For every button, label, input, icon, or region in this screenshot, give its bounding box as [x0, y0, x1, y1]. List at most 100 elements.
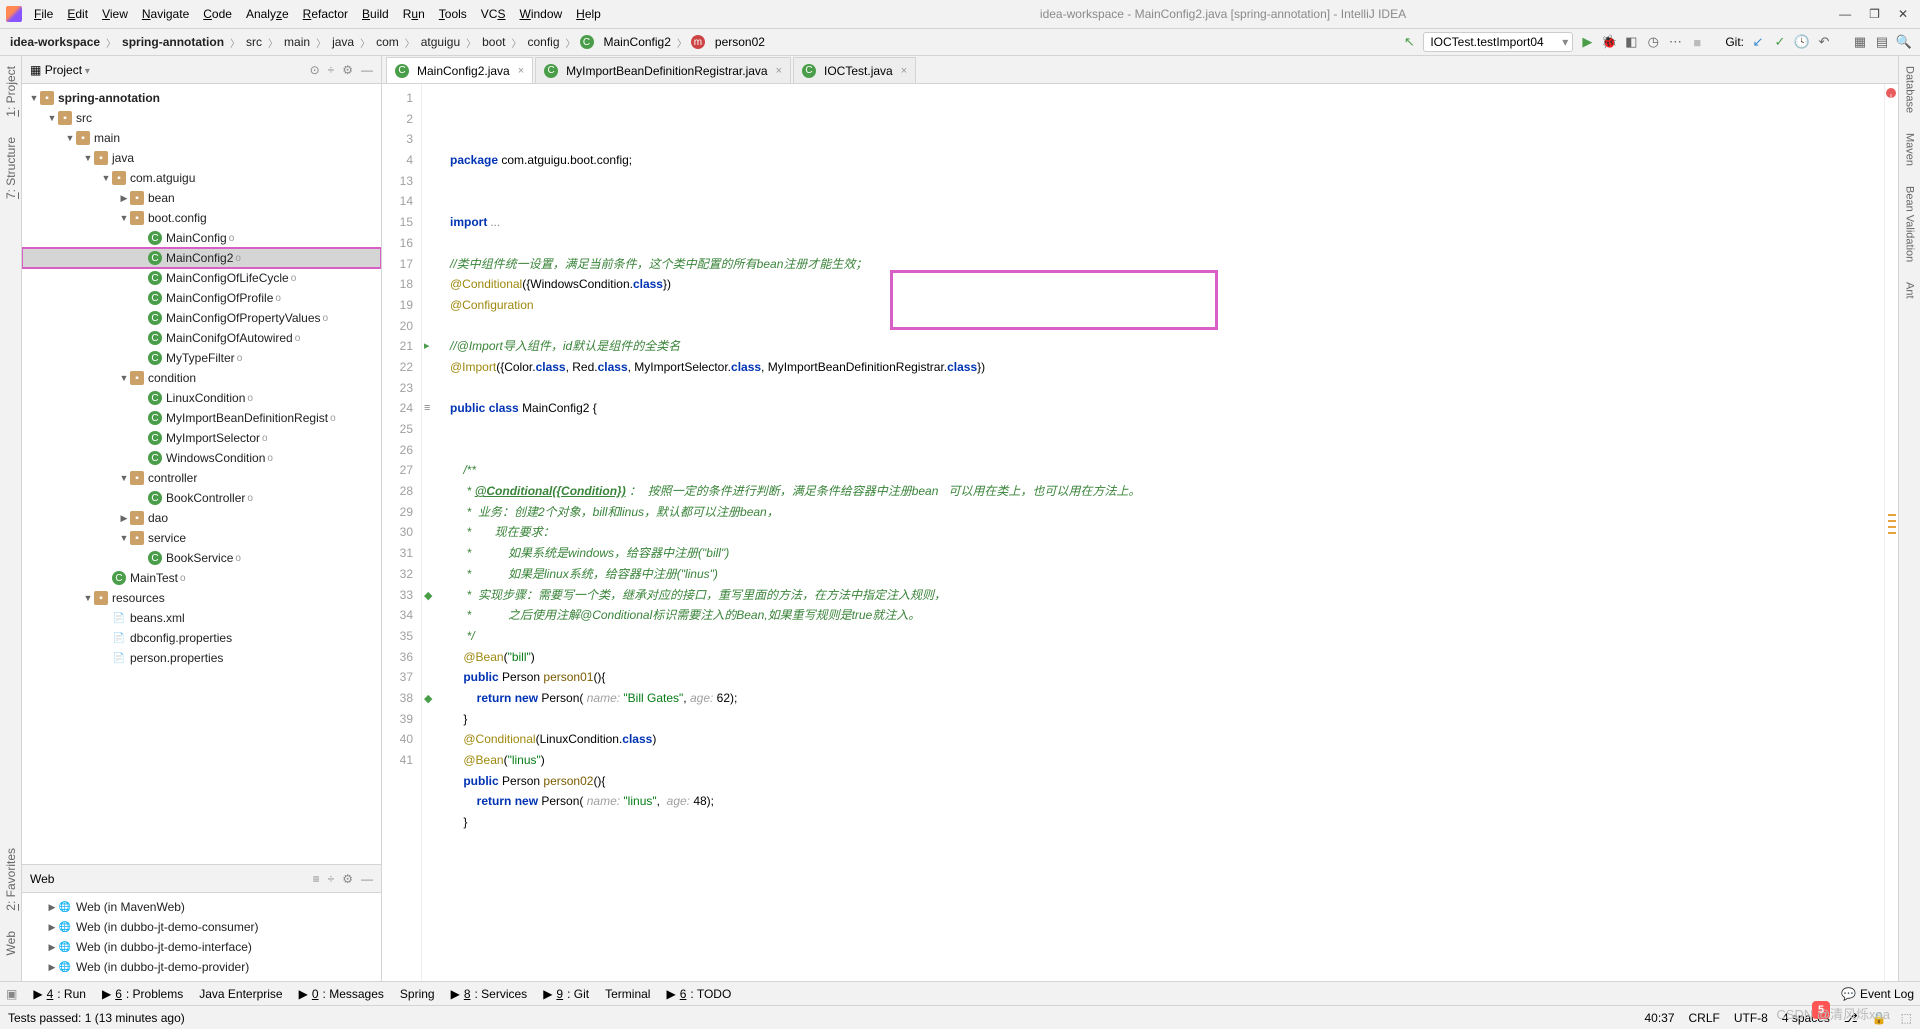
- web-expand-icon[interactable]: ≡: [313, 872, 320, 886]
- menu-build[interactable]: Build: [356, 4, 395, 24]
- bean-gutter-icon-2[interactable]: ◆: [424, 689, 438, 703]
- bc-boot[interactable]: boot: [480, 34, 507, 50]
- bc-main[interactable]: main: [282, 34, 312, 50]
- tree-node[interactable]: WindowsConditiono: [22, 448, 381, 468]
- git-rollback-icon[interactable]: ↶: [1816, 34, 1832, 50]
- tree-node[interactable]: MainConfigOfPropertyValueso: [22, 308, 381, 328]
- tree-node[interactable]: ▼▪resources: [22, 588, 381, 608]
- tree-node[interactable]: ▶▪bean: [22, 188, 381, 208]
- gear-icon[interactable]: ⚙: [342, 63, 353, 77]
- bc-project[interactable]: idea-workspace: [8, 34, 102, 50]
- tool-web[interactable]: Web: [4, 931, 18, 955]
- run-config-select[interactable]: IOCTest.testImport04: [1423, 32, 1573, 52]
- tab-close-icon[interactable]: ×: [518, 65, 524, 77]
- bc-src[interactable]: src: [244, 34, 264, 50]
- bottom-tab[interactable]: Terminal: [605, 987, 650, 1001]
- search-icon[interactable]: 🔍: [1896, 34, 1912, 50]
- tree-node[interactable]: ▼▪condition: [22, 368, 381, 388]
- code-editor[interactable]: 1234131415161718192021222324252627282930…: [382, 84, 1898, 981]
- menu-window[interactable]: Window: [513, 4, 568, 24]
- memory-indicator[interactable]: ⬚: [1901, 1011, 1912, 1025]
- bottom-toggle-icon[interactable]: ▣: [6, 987, 17, 1001]
- debug-icon[interactable]: 🐞: [1601, 34, 1617, 50]
- paste-icon[interactable]: ▦: [1852, 34, 1868, 50]
- tree-node[interactable]: ▼▪java: [22, 148, 381, 168]
- web-tree-item[interactable]: ▶🌐Web (in dubbo-jt-demo-consumer): [22, 917, 381, 937]
- tree-node[interactable]: MainConfigo: [22, 228, 381, 248]
- hide-icon[interactable]: —: [361, 63, 373, 77]
- menu-run[interactable]: Run: [397, 4, 431, 24]
- tree-node[interactable]: ▶▪dao: [22, 508, 381, 528]
- tool-bean-validation[interactable]: Bean Validation: [1904, 186, 1916, 262]
- tool-database[interactable]: Database: [1904, 66, 1916, 113]
- bottom-tab[interactable]: Java Enterprise: [199, 987, 282, 1001]
- bottom-tab[interactable]: Spring: [400, 987, 435, 1001]
- tab-close-icon[interactable]: ×: [776, 65, 782, 77]
- web-gear-icon[interactable]: ⚙: [342, 872, 353, 886]
- event-log-button[interactable]: 💬 Event Log: [1841, 987, 1914, 1001]
- web-tree-item[interactable]: ▶🌐Web (in MavenWeb): [22, 897, 381, 917]
- menu-navigate[interactable]: Navigate: [136, 4, 195, 24]
- web-tree-item[interactable]: ▶🌐Web (in dubbo-jt-demo-interface): [22, 937, 381, 957]
- tool-ant[interactable]: Ant: [1904, 282, 1916, 299]
- maximize-icon[interactable]: ❐: [1869, 7, 1880, 21]
- git-commit-icon[interactable]: ✓: [1772, 34, 1788, 50]
- project-tree[interactable]: ▼▪spring-annotation▼▪src▼▪main▼▪java▼▪co…: [22, 84, 381, 864]
- project-view-select[interactable]: Project: [45, 63, 90, 77]
- tree-node[interactable]: ▼▪controller: [22, 468, 381, 488]
- tree-root[interactable]: ▼▪spring-annotation: [22, 88, 381, 108]
- run-icon[interactable]: ▶: [1579, 34, 1595, 50]
- bottom-tab[interactable]: ▶ 0: Messages: [299, 987, 384, 1001]
- bc-class[interactable]: MainConfig2: [602, 34, 673, 50]
- menu-code[interactable]: Code: [197, 4, 238, 24]
- structure-icon[interactable]: ▤: [1874, 34, 1890, 50]
- bottom-tab[interactable]: ▶ 4: Run: [33, 987, 86, 1001]
- tree-node[interactable]: MyImportSelectoro: [22, 428, 381, 448]
- bc-java[interactable]: java: [330, 34, 356, 50]
- profile-icon[interactable]: ◷: [1645, 34, 1661, 50]
- tree-node[interactable]: ▼▪service: [22, 528, 381, 548]
- editor-tab[interactable]: MainConfig2.java×: [386, 57, 533, 83]
- stop-icon[interactable]: ■: [1689, 34, 1705, 50]
- attach-icon[interactable]: ⋯: [1667, 34, 1683, 50]
- tree-node[interactable]: ▼▪boot.config: [22, 208, 381, 228]
- tree-node[interactable]: MainConifgOfAutowiredo: [22, 328, 381, 348]
- bottom-tab[interactable]: ▶ 6: TODO: [666, 987, 731, 1001]
- tree-node[interactable]: MainConfigOfProfileo: [22, 288, 381, 308]
- menu-refactor[interactable]: Refactor: [297, 4, 354, 24]
- expand-icon[interactable]: ÷: [328, 63, 335, 77]
- tree-node[interactable]: MyTypeFiltero: [22, 348, 381, 368]
- locate-icon[interactable]: ⊙: [310, 63, 320, 77]
- tree-node[interactable]: MainConfigOfLifeCycleo: [22, 268, 381, 288]
- editor-tab[interactable]: MyImportBeanDefinitionRegistrar.java×: [535, 57, 791, 83]
- tool-project[interactable]: 1: Project: [4, 66, 18, 117]
- bc-com[interactable]: com: [374, 34, 401, 50]
- file-encoding[interactable]: UTF-8: [1734, 1011, 1768, 1025]
- web-tree-item[interactable]: ▶🌐Web (in dubbo-jt-demo-provider): [22, 957, 381, 977]
- menu-help[interactable]: Help: [570, 4, 607, 24]
- menu-edit[interactable]: Edit: [61, 4, 94, 24]
- tree-node[interactable]: BookServiceo: [22, 548, 381, 568]
- tool-maven[interactable]: Maven: [1904, 133, 1916, 166]
- menu-vcs[interactable]: VCS: [475, 4, 512, 24]
- web-hide-icon[interactable]: —: [361, 872, 373, 886]
- caret-position[interactable]: 40:37: [1644, 1011, 1674, 1025]
- back-icon[interactable]: ↖: [1401, 34, 1417, 50]
- bottom-tab[interactable]: ▶ 9: Git: [543, 987, 589, 1001]
- code-content[interactable]: package com.atguigu.boot.config; import …: [442, 84, 1884, 981]
- git-update-icon[interactable]: ↙: [1750, 34, 1766, 50]
- minimize-icon[interactable]: —: [1839, 7, 1851, 21]
- web-tree[interactable]: ▶🌐Web (in MavenWeb)▶🌐Web (in dubbo-jt-de…: [22, 893, 381, 981]
- tree-node[interactable]: ▼▪src: [22, 108, 381, 128]
- editor-tab[interactable]: IOCTest.java×: [793, 57, 916, 83]
- run-coverage-icon[interactable]: ◧: [1623, 34, 1639, 50]
- bc-config[interactable]: config: [525, 34, 561, 50]
- menu-file[interactable]: File: [28, 4, 59, 24]
- menu-tools[interactable]: Tools: [433, 4, 473, 24]
- tree-node[interactable]: ▼▪com.atguigu: [22, 168, 381, 188]
- git-history-icon[interactable]: 🕓: [1794, 34, 1810, 50]
- tree-node[interactable]: LinuxConditiono: [22, 388, 381, 408]
- tree-node[interactable]: BookControllero: [22, 488, 381, 508]
- menu-analyze[interactable]: Analyze: [240, 4, 295, 24]
- bottom-tab[interactable]: ▶ 6: Problems: [102, 987, 183, 1001]
